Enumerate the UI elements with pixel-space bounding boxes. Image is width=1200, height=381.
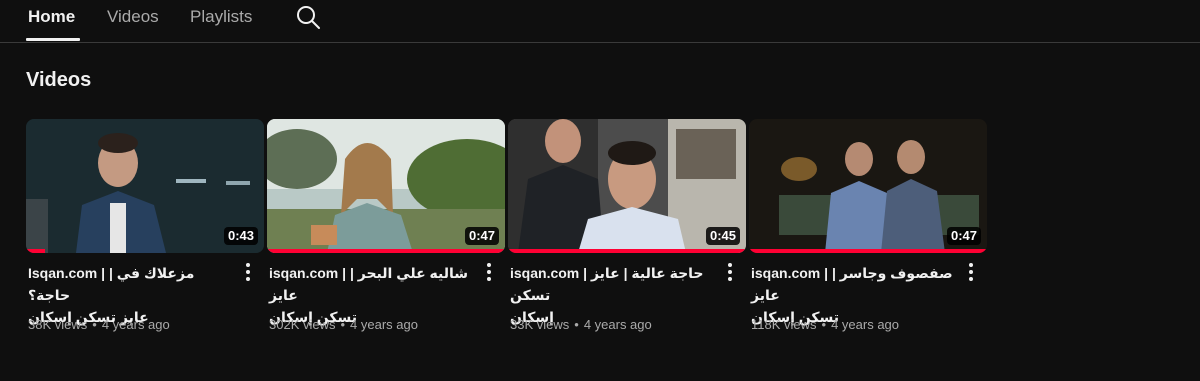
watch-progress-bar xyxy=(267,249,505,253)
video-title-line-1: isqan.com | صفصوف وجاسر | عايز xyxy=(751,265,953,303)
watch-progress-bar xyxy=(508,249,746,253)
tab-home[interactable]: Home xyxy=(28,6,75,28)
section-title: Videos xyxy=(26,69,92,91)
tab-videos[interactable]: Videos xyxy=(107,6,159,28)
channel-tabs: Home Videos Playlists xyxy=(0,0,1200,43)
more-options-icon[interactable] xyxy=(722,263,738,283)
view-count: 118K views xyxy=(751,317,817,332)
video-meta: 33K views • 4 years ago xyxy=(510,317,652,332)
upload-age: 4 years ago xyxy=(831,317,900,332)
video-thumbnail[interactable]: 0:45 xyxy=(508,119,746,253)
watch-progress-bar xyxy=(749,249,987,253)
more-options-icon[interactable] xyxy=(240,263,256,283)
video-thumbnail[interactable]: 0:47 xyxy=(267,119,505,253)
video-card: 0:47 isqan.com | صفصوف وجاسر | عايز تسكن… xyxy=(749,119,987,339)
tab-playlists[interactable]: Playlists xyxy=(190,6,252,28)
view-count: 38K views xyxy=(28,317,88,332)
active-tab-indicator xyxy=(26,38,80,41)
video-meta: 118K views • 4 years ago xyxy=(751,317,900,332)
upload-age: 4 years ago xyxy=(101,317,170,332)
video-thumbnail[interactable]: 0:47 xyxy=(749,119,987,253)
upload-age: 4 years ago xyxy=(350,317,418,332)
video-duration: 0:45 xyxy=(705,227,740,245)
upload-age: 4 years ago xyxy=(583,317,652,332)
watch-progress-bar xyxy=(26,249,46,253)
search-icon[interactable] xyxy=(295,4,321,30)
view-count: 33K views xyxy=(510,317,570,332)
video-meta: 302K views • 4 years ago xyxy=(269,317,418,332)
video-card: 0:45 isqan.com | حاجة عالية | عايز تسكن … xyxy=(508,119,746,339)
video-title-line-1: isqan.com | شاليه علي البحر | عايز xyxy=(269,265,469,303)
more-options-icon[interactable] xyxy=(481,263,497,283)
video-card: 0:43 Isqan.com | | مزعلاك في حاجة؟ عايز … xyxy=(26,119,264,339)
video-card: 0:47 isqan.com | شاليه علي البحر | عايز … xyxy=(267,119,505,339)
video-title-line-1: Isqan.com | | مزعلاك في حاجة؟ xyxy=(28,265,195,303)
view-count: 302K views xyxy=(269,317,336,332)
video-duration: 0:43 xyxy=(223,227,258,245)
video-duration: 0:47 xyxy=(946,227,981,245)
video-duration: 0:47 xyxy=(464,227,499,245)
more-options-icon[interactable] xyxy=(963,263,979,283)
video-meta: 38K views • 4 years ago xyxy=(28,317,170,332)
video-thumbnail[interactable]: 0:43 xyxy=(26,119,264,253)
video-title-line-1: isqan.com | حاجة عالية | عايز تسكن xyxy=(510,265,704,303)
